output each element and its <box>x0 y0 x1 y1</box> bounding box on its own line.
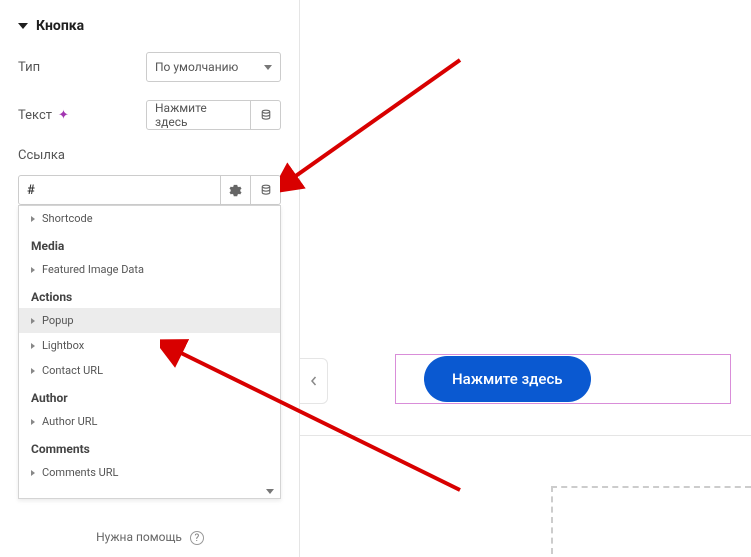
dropdown-scroll[interactable]: Shortcode Media Featured Image Data Actions… <box>19 206 280 485</box>
dropdown-footer <box>19 485 280 498</box>
caret-down-icon <box>264 65 272 70</box>
button-widget-frame[interactable]: Нажмите здесь <box>395 354 731 404</box>
question-icon: ? <box>190 531 204 545</box>
chevron-left-icon <box>310 376 318 386</box>
caret-right-icon <box>31 216 35 222</box>
caret-right-icon <box>31 368 35 374</box>
dropdown-item-label: Featured Image Data <box>42 263 144 276</box>
canvas-divider <box>300 435 751 436</box>
ai-sparkle-icon[interactable]: ✦ <box>58 108 69 123</box>
text-label: Текст ✦ <box>18 108 146 123</box>
text-input[interactable]: Нажмите здесь <box>146 100 251 130</box>
type-label: Тип <box>18 60 146 75</box>
canvas-button[interactable]: Нажмите здесь <box>424 356 591 402</box>
dropdown-heading: Media <box>19 231 280 257</box>
panel-collapse-handle[interactable] <box>300 358 328 404</box>
dropdown-item-label: Contact URL <box>42 364 103 377</box>
dropdown-item[interactable]: Contact URL <box>19 358 280 383</box>
section-header-button[interactable]: Кнопка <box>18 18 281 34</box>
dynamic-tags-button[interactable] <box>251 100 281 130</box>
canvas-button-label: Нажмите здесь <box>452 370 563 388</box>
dropdown-item-label: Popup <box>42 314 74 327</box>
dropdown-item[interactable]: Featured Image Data <box>19 257 280 282</box>
section-title: Кнопка <box>36 18 84 34</box>
dropdown-item[interactable]: Comments URL <box>19 460 280 485</box>
text-label-text: Текст <box>18 108 52 123</box>
link-dynamic-button[interactable] <box>251 175 281 205</box>
dropdown-item[interactable]: Lightbox <box>19 333 280 358</box>
dropdown-item-label: Shortcode <box>42 212 93 225</box>
caret-right-icon <box>31 318 35 324</box>
caret-right-icon <box>31 470 35 476</box>
caret-right-icon <box>31 419 35 425</box>
dropdown-item-label: Comments URL <box>42 466 118 479</box>
help-text: Нужна помощь <box>96 530 182 544</box>
dropdown-item[interactable]: Author URL <box>19 409 280 434</box>
link-label: Ссылка <box>18 148 281 163</box>
dropdown-item-label: Author URL <box>42 415 97 428</box>
dropdown-heading: Author <box>19 383 280 409</box>
caret-down-icon <box>18 23 28 29</box>
dropdown-item[interactable]: Shortcode <box>19 206 280 231</box>
canvas <box>300 0 751 557</box>
database-icon <box>260 109 272 121</box>
link-input[interactable]: # <box>18 175 221 205</box>
text-value: Нажмите здесь <box>155 101 242 129</box>
database-icon <box>260 184 272 196</box>
caret-right-icon <box>31 267 35 273</box>
settings-panel: Кнопка Тип По умолчанию Текст ✦ Нажмите … <box>0 0 300 557</box>
type-value: По умолчанию <box>155 60 238 74</box>
field-link: # <box>18 175 281 205</box>
gear-icon <box>229 184 242 197</box>
dynamic-tags-dropdown: Shortcode Media Featured Image Data Actions… <box>18 205 281 499</box>
empty-column-placeholder[interactable] <box>551 486 751 554</box>
link-settings-button[interactable] <box>221 175 251 205</box>
type-select[interactable]: По умолчанию <box>146 52 281 82</box>
link-value: # <box>27 183 35 198</box>
dropdown-heading: Comments <box>19 434 280 460</box>
dropdown-item[interactable]: Popup <box>19 308 280 333</box>
dropdown-item-label: Lightbox <box>42 339 84 352</box>
caret-down-icon <box>266 489 274 494</box>
field-text: Текст ✦ Нажмите здесь <box>18 100 281 130</box>
field-type: Тип По умолчанию <box>18 52 281 82</box>
caret-right-icon <box>31 343 35 349</box>
dropdown-heading: Actions <box>19 282 280 308</box>
help-link[interactable]: Нужна помощь ? <box>0 530 300 545</box>
